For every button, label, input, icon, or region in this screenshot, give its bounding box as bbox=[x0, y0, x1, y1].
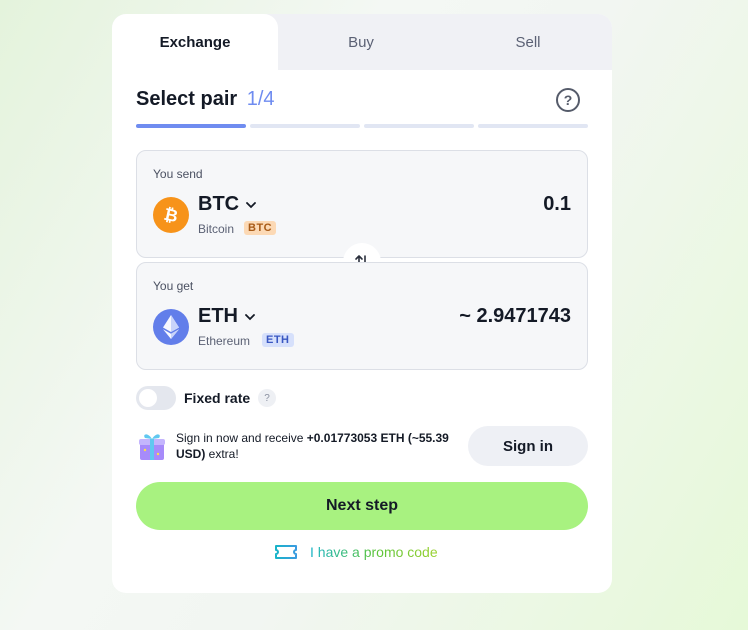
sign-in-button[interactable]: Sign in bbox=[468, 426, 588, 466]
fixed-rate-label: Fixed rate bbox=[184, 390, 251, 406]
get-network-badge: ETH bbox=[262, 333, 294, 347]
get-coin-name: Ethereum bbox=[198, 334, 251, 348]
tab-exchange[interactable]: Exchange bbox=[112, 14, 278, 70]
promo-text-prefix: Sign in now and receive bbox=[176, 431, 307, 445]
promo-code-link[interactable]: I have a promo code bbox=[274, 542, 438, 562]
step-progress-bar bbox=[136, 124, 588, 128]
ticket-icon bbox=[275, 545, 297, 559]
send-amount-input[interactable]: 0.1 bbox=[543, 193, 571, 216]
tab-sell[interactable]: Sell bbox=[444, 14, 612, 70]
progress-segment bbox=[478, 124, 588, 128]
ethereum-icon bbox=[153, 309, 189, 345]
promo-code-label: I have a promo code bbox=[310, 544, 438, 560]
tab-bar: Exchange Buy Sell bbox=[112, 14, 612, 70]
page-title: Select pair 1/4 bbox=[136, 88, 275, 111]
progress-segment bbox=[136, 124, 246, 128]
fixed-rate-toggle[interactable] bbox=[136, 386, 176, 410]
tab-buy[interactable]: Buy bbox=[278, 14, 444, 70]
gift-icon bbox=[139, 434, 165, 460]
chevron-down-icon bbox=[246, 201, 257, 208]
promo-text-suffix: extra! bbox=[205, 447, 239, 461]
send-network-badge: BTC bbox=[244, 221, 277, 235]
next-step-button[interactable]: Next step bbox=[136, 482, 588, 530]
question-circle-icon[interactable]: ? bbox=[556, 88, 580, 112]
bitcoin-icon: ₿ bbox=[153, 197, 189, 233]
get-amount-value: ~ 2.9471743 bbox=[459, 305, 571, 327]
send-label: You send bbox=[153, 167, 203, 181]
signin-promo-text: Sign in now and receive +0.01773053 ETH … bbox=[176, 430, 456, 462]
fixed-rate-help-icon[interactable]: ? bbox=[258, 389, 276, 407]
send-currency-select[interactable]: BTC bbox=[198, 193, 257, 216]
chevron-down-icon bbox=[245, 313, 255, 320]
exchange-widget: Exchange Buy Sell Select pair 1/4 ? You … bbox=[112, 14, 612, 593]
progress-segment bbox=[250, 124, 360, 128]
send-panel: You send ₿ BTC Bitcoin BTC 0.1 bbox=[136, 150, 588, 258]
svg-text:₿: ₿ bbox=[162, 205, 180, 226]
send-ticker: BTC bbox=[198, 193, 240, 215]
progress-segment bbox=[364, 124, 474, 128]
get-ticker: ETH bbox=[198, 305, 238, 327]
toggle-knob bbox=[139, 389, 157, 407]
get-panel: You get ETH Ethereum ETH ~ 2.9471743 bbox=[136, 262, 588, 370]
step-title-label: Select pair bbox=[136, 88, 238, 110]
step-counter: 1/4 bbox=[246, 88, 275, 110]
send-coin-name: Bitcoin bbox=[198, 222, 235, 236]
get-label: You get bbox=[153, 279, 194, 293]
get-currency-select[interactable]: ETH bbox=[198, 305, 256, 328]
